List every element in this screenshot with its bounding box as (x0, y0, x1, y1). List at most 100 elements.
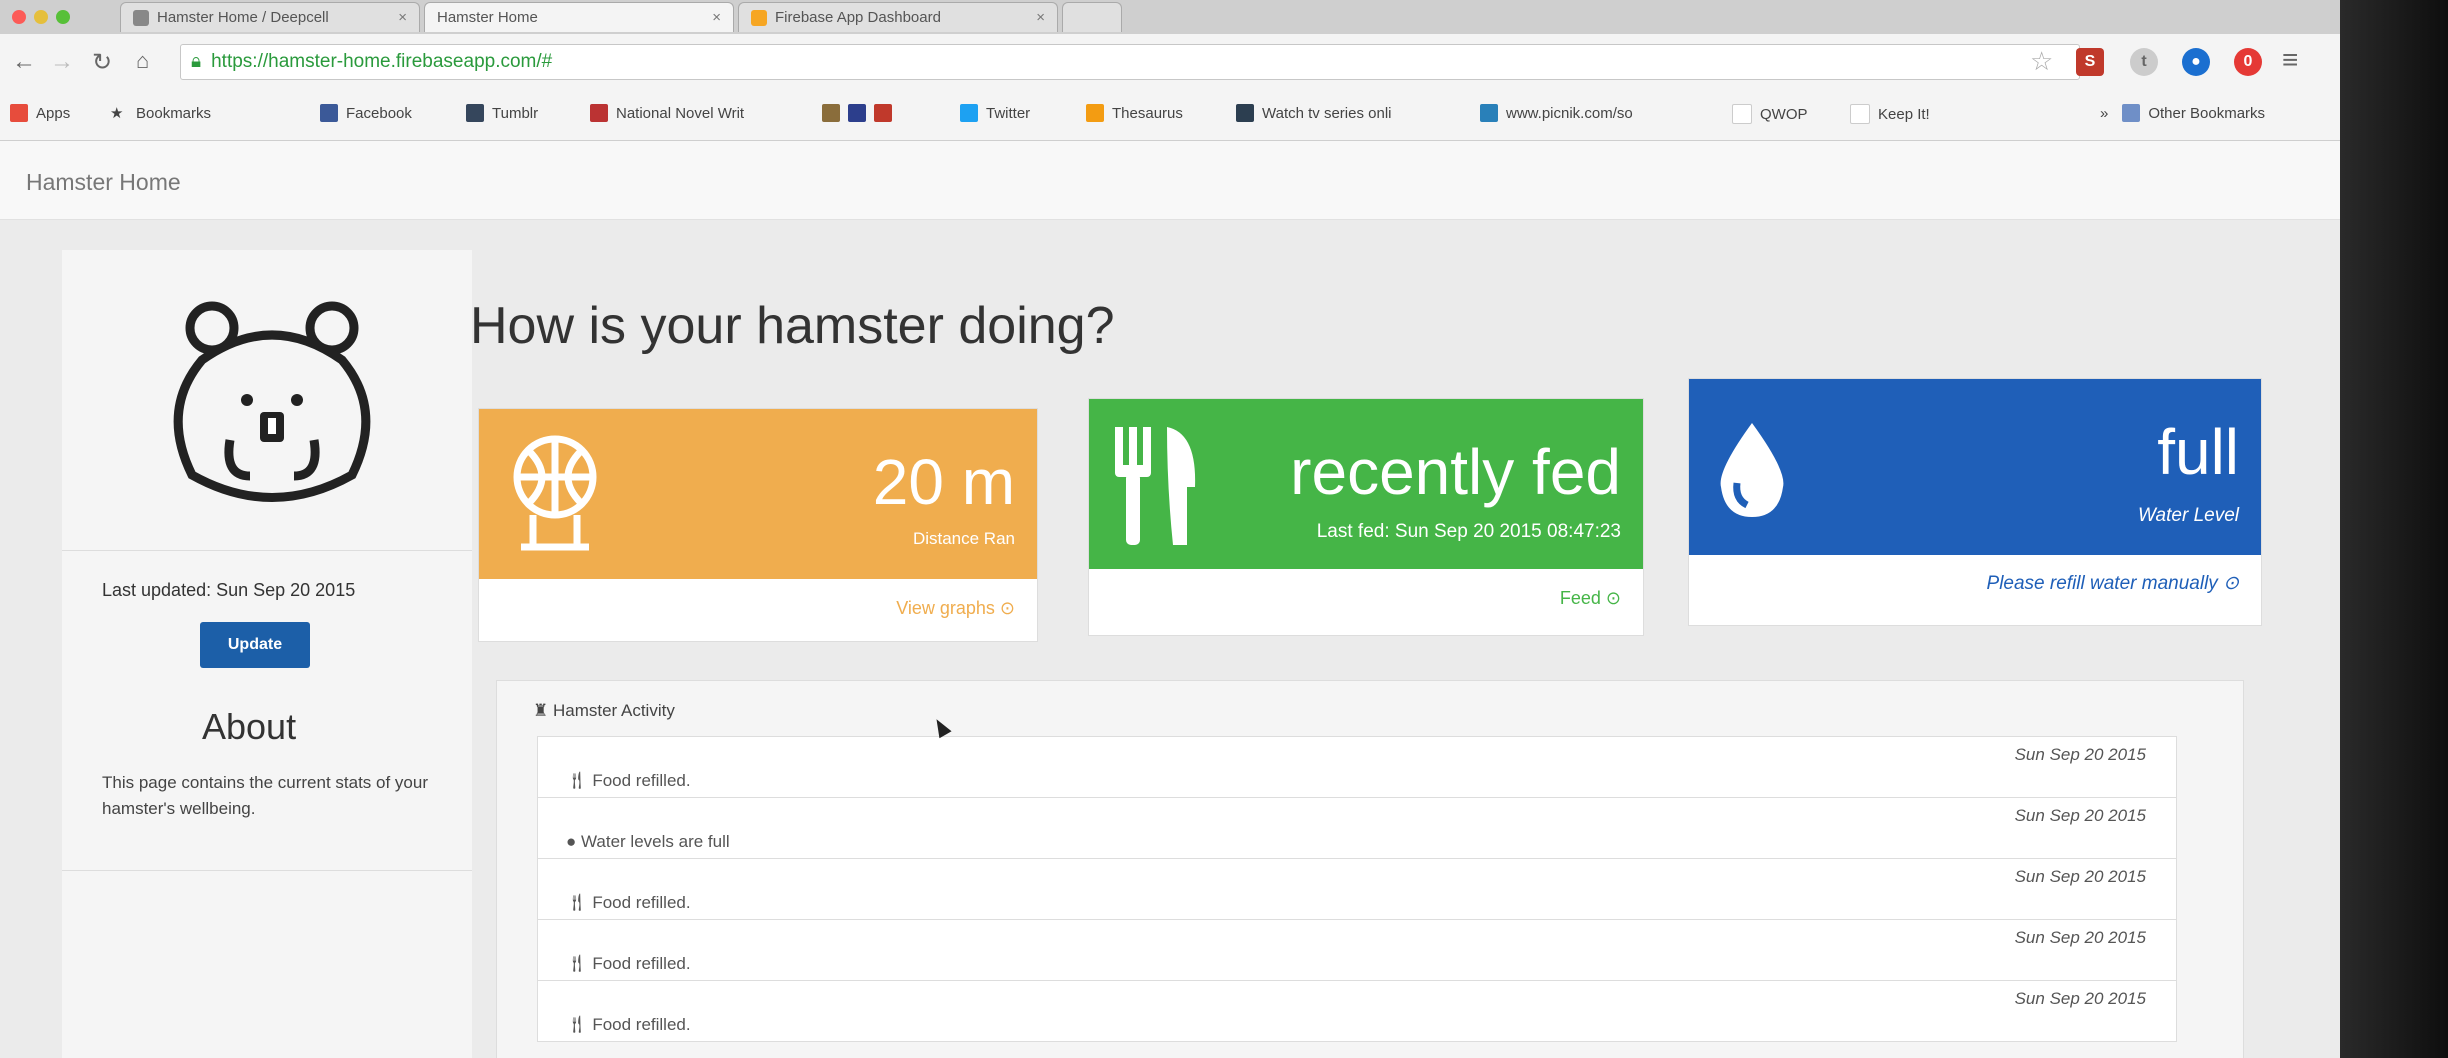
picnik-icon (1480, 104, 1498, 122)
brand[interactable]: Hamster Home (26, 169, 181, 196)
hamster-activity-panel: ♜ Hamster Activity 🍴︎ Food refilled. Sun… (496, 680, 2244, 1058)
tab-hamster-home-deepcell[interactable]: Hamster Home / Deepcell × (120, 2, 420, 32)
bookmark-twitter[interactable]: Twitter (960, 104, 1030, 122)
bookmark-thesaurus[interactable]: Thesaurus (1086, 104, 1183, 122)
activity-message: ● Water levels are full (566, 832, 730, 851)
home-icon[interactable]: ⌂ (136, 48, 149, 74)
tab-close-icon[interactable]: × (712, 9, 721, 26)
page-title: How is your hamster doing? (470, 297, 1115, 355)
app-navbar: Hamster Home (0, 141, 2340, 220)
bookmark-icon (874, 104, 892, 122)
activity-date: Sun Sep 20 2015 (2014, 928, 2146, 947)
github-icon (133, 9, 149, 26)
star-icon[interactable]: ☆ (2030, 46, 2053, 77)
hamster-wheel-icon (513, 435, 597, 551)
food-icon: 🍴︎ (566, 771, 593, 790)
bookmark-tumblr[interactable]: Tumblr (466, 104, 538, 122)
bookmark-icon (822, 104, 840, 122)
water-status: full (2157, 416, 2239, 488)
tab-firebase-dashboard[interactable]: Firebase App Dashboard × (738, 2, 1058, 32)
maximize-window-icon[interactable] (56, 10, 70, 24)
facebook-icon (320, 104, 338, 122)
tab-strip: Hamster Home / Deepcell × Hamster Home ×… (0, 0, 2340, 34)
food-card-header: recently fed Last fed: Sun Sep 20 2015 0… (1089, 399, 1643, 569)
activity-heading: ♜ Hamster Activity (533, 701, 675, 720)
sidebar: Last updated: Sun Sep 20 2015 Update Abo… (62, 250, 472, 1058)
address-bar[interactable]: 🔒︎ https://hamster-home.firebaseapp.com/… (180, 44, 2080, 80)
back-icon[interactable]: ← (12, 48, 36, 76)
apps-grid-icon (10, 104, 28, 122)
update-button[interactable]: Update (200, 622, 310, 668)
activity-date: Sun Sep 20 2015 (2014, 989, 2146, 1008)
tv-icon (1236, 104, 1254, 122)
minimize-window-icon[interactable] (34, 10, 48, 24)
water-level-label: Water Level (2137, 505, 2239, 526)
browser-toolbar: ← → ↻ ⌂ 🔒︎ https://hamster-home.firebase… (0, 34, 2340, 91)
feed-link[interactable]: Feed ⊙ (1089, 588, 1643, 609)
bookmarks-bar: Apps ★ Bookmarks Facebook Tumblr National… (0, 90, 2340, 141)
forward-icon[interactable]: → (50, 48, 74, 76)
extension-icon[interactable]: t (2130, 48, 2158, 76)
nanowrimo-icon (590, 104, 608, 122)
bookmark-other[interactable]: » Other Bookmarks (2100, 104, 2265, 122)
tab-close-icon[interactable]: × (1036, 9, 1045, 26)
bookmark-qwop[interactable]: QWOP (1732, 104, 1808, 124)
activity-row: 🍴︎ Food refilled. Sun Sep 20 2015 (537, 736, 2177, 798)
refill-water-link[interactable]: Please refill water manually ⊙ (1689, 572, 2261, 595)
activity-message: 🍴︎ Food refilled. (566, 1015, 691, 1034)
new-tab-button[interactable] (1062, 2, 1122, 32)
bookmark-apps[interactable]: Apps (10, 104, 70, 122)
bookmark-bookmarks[interactable]: ★ Bookmarks (110, 104, 211, 123)
food-card: recently fed Last fed: Sun Sep 20 2015 0… (1088, 398, 1644, 636)
water-card-header: full Water Level (1689, 379, 2261, 555)
divider (62, 550, 472, 551)
divider (62, 870, 472, 871)
about-heading: About (202, 706, 297, 747)
activity-date: Sun Sep 20 2015 (2014, 745, 2146, 764)
activity-row: 🍴︎ Food refilled. Sun Sep 20 2015 (537, 980, 2177, 1042)
lock-icon: 🔒︎ (191, 51, 202, 72)
bookmark-picnik[interactable]: www.picnik.com/so (1480, 104, 1633, 122)
folder-icon (2122, 104, 2141, 122)
thesaurus-icon (1086, 104, 1104, 122)
bookmark-facebook[interactable]: Facebook (320, 104, 412, 122)
activity-row: 🍴︎ Food refilled. Sun Sep 20 2015 (537, 919, 2177, 981)
water-card: full Water Level Please refill water man… (1688, 378, 2262, 626)
monitor-bezel (2340, 0, 2448, 1058)
chevron-right-icon: » (2100, 104, 2109, 122)
bookmark-icons[interactable] (822, 104, 900, 122)
tab-hamster-home[interactable]: Hamster Home × (424, 2, 734, 32)
activity-message: 🍴︎ Food refilled. (566, 893, 691, 912)
food-icon: 🍴︎ (566, 893, 593, 912)
extension-blue-icon[interactable]: ● (2182, 48, 2210, 76)
distance-label: Distance Ran (912, 529, 1015, 548)
bookmark-icon (848, 104, 866, 122)
extension-s-icon[interactable]: S (2076, 48, 2104, 76)
url-text: https://hamster-home.firebaseapp.com/# (211, 51, 553, 72)
activity-list: 🍴︎ Food refilled. Sun Sep 20 2015 ● Wate… (537, 736, 2177, 1042)
activity-date: Sun Sep 20 2015 (2014, 867, 2146, 886)
firebase-icon (751, 9, 767, 26)
fork-knife-icon (1115, 427, 1196, 545)
hamster-small-icon: ♜ (533, 701, 553, 720)
tab-close-icon[interactable]: × (398, 9, 407, 26)
menu-icon[interactable]: ≡ (2282, 44, 2298, 76)
distance-value: 20 m (872, 446, 1015, 518)
reload-icon[interactable]: ↻ (92, 48, 112, 77)
food-status: recently fed (1290, 436, 1621, 508)
food-icon: 🍴︎ (566, 1015, 593, 1034)
last-updated-text: Last updated: Sun Sep 20 2015 (102, 580, 356, 600)
activity-message: 🍴︎ Food refilled. (566, 771, 691, 790)
page-icon (1732, 104, 1752, 124)
bookmark-nanowrimo[interactable]: National Novel Writ (590, 104, 744, 122)
distance-card: 20 m Distance Ran View graphs ⊙ (478, 408, 1038, 642)
page-icon (1850, 104, 1870, 124)
activity-row: ● Water levels are full Sun Sep 20 2015 (537, 797, 2177, 859)
close-window-icon[interactable] (12, 10, 26, 24)
bookmark-keep-it[interactable]: Keep It! (1850, 104, 1930, 124)
food-icon: 🍴︎ (566, 954, 593, 973)
extension-red-icon[interactable]: 0 (2234, 48, 2262, 76)
bookmark-watch-tv[interactable]: Watch tv series onli (1236, 104, 1392, 122)
last-fed-text: Last fed: Sun Sep 20 2015 08:47:23 (1316, 521, 1621, 542)
view-graphs-link[interactable]: View graphs ⊙ (479, 598, 1037, 619)
